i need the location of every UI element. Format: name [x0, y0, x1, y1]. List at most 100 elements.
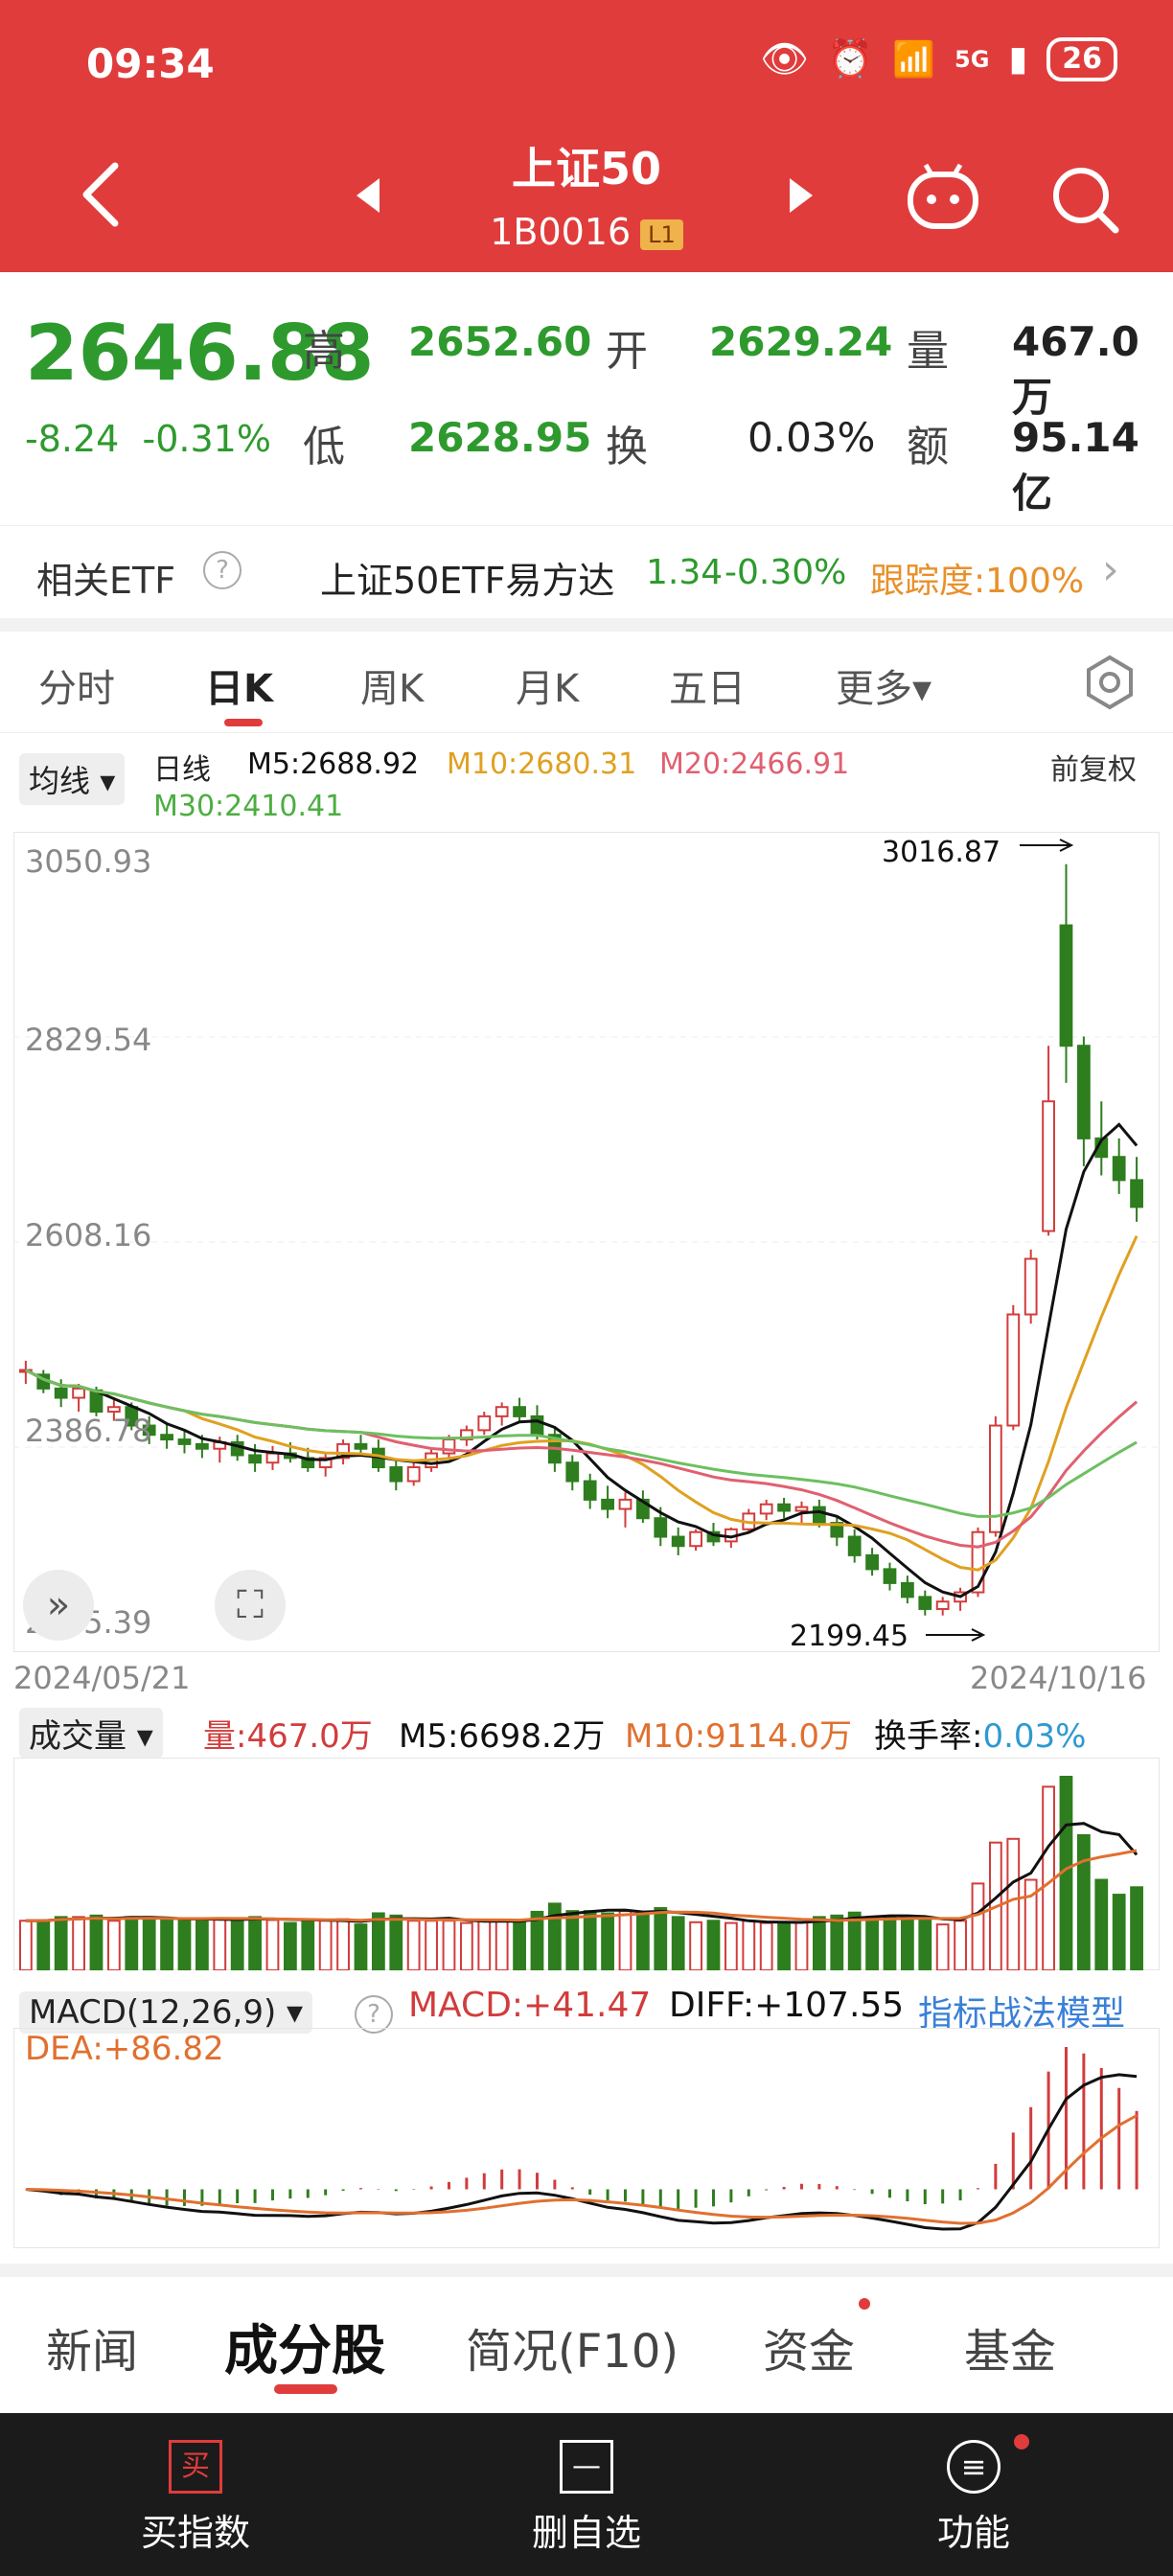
high-label: 高 — [303, 327, 345, 376]
candle-body — [883, 1568, 897, 1584]
nav-functions-label: 功能 — [936, 2512, 1010, 2554]
start-date: 2024/05/21 — [13, 1660, 191, 1696]
candle-body — [494, 1406, 509, 1417]
content-tab-indicator — [274, 2384, 337, 2394]
tab-daily-k[interactable]: 日K — [205, 657, 273, 713]
volume-bar — [89, 1914, 104, 1970]
macd-selector-label: MACD(12,26,9) — [29, 1993, 277, 2032]
candle-body — [918, 1596, 932, 1610]
volume-bar — [283, 1921, 297, 1970]
volume-bar — [742, 1920, 756, 1970]
volume-bar — [106, 1920, 121, 1970]
y-tick-2: 2829.54 — [25, 1022, 152, 1058]
volume-bar — [601, 1912, 614, 1970]
volume-bar — [459, 1921, 473, 1970]
etf-name: 上证50ETF易方达 — [320, 560, 615, 602]
tab-weekly-k[interactable]: 周K — [360, 657, 424, 713]
candle-body — [971, 1530, 985, 1594]
ma20-value: M20:2466.91 — [659, 748, 850, 781]
etf-label: 相关ETF — [36, 560, 176, 602]
volume-bar — [724, 1921, 738, 1970]
volume-bar — [142, 1916, 156, 1970]
ma5-line — [25, 1122, 1138, 1598]
volume-bar — [72, 1916, 85, 1970]
functions-badge — [1014, 2434, 1029, 2450]
change-value: -8.24 — [25, 418, 120, 460]
eye-icon: 👁 — [760, 37, 809, 81]
min-price-label: 2199.45 — [790, 1620, 909, 1653]
fq-toggle[interactable]: 前复权 — [1050, 746, 1137, 788]
settings-icon[interactable] — [1081, 654, 1138, 711]
volume-ma5: M5:6698.2万 — [399, 1717, 606, 1756]
tab-intraday[interactable]: 分时 — [38, 657, 115, 713]
candle-body — [354, 1442, 368, 1450]
candle-body — [1130, 1179, 1143, 1208]
ma-selector-label: 均线 — [29, 763, 91, 799]
chevron-right-icon: › — [1102, 545, 1119, 594]
nav-functions[interactable]: ≡ 功能 — [830, 2434, 1117, 2556]
volume-bar — [513, 1920, 526, 1970]
y-tick-4: 2386.78 — [25, 1413, 152, 1449]
volume-bar — [918, 1918, 932, 1970]
candle-body — [54, 1387, 68, 1399]
tab-funds-flow[interactable]: 资金 — [763, 2313, 855, 2380]
content-tab-bar: 新闻 成分股 简况(F10) 资金 基金 — [0, 2277, 1173, 2413]
help-icon[interactable]: ? — [203, 551, 242, 589]
high-value: 2652.60 — [408, 318, 592, 365]
candle-body — [583, 1480, 597, 1501]
tab-five-day[interactable]: 五日 — [669, 657, 746, 713]
open-value: 2629.24 — [709, 318, 893, 365]
volume-bar — [36, 1920, 51, 1970]
tab-more[interactable]: 更多▾ — [836, 657, 932, 713]
volume-bar — [318, 1920, 333, 1970]
related-etf-row[interactable]: 相关ETF ? 上证50ETF易方达 1.34 -0.30% 跟踪度:100% … — [0, 525, 1173, 632]
candle-body — [654, 1517, 668, 1538]
volume-bar — [18, 1920, 33, 1970]
volume-bar — [777, 1921, 791, 1970]
volume-bar — [160, 1918, 173, 1970]
expand-panel-icon[interactable]: » — [23, 1570, 94, 1641]
candle-body — [812, 1506, 826, 1525]
tab-profile[interactable]: 简况(F10) — [466, 2313, 678, 2380]
turnover-rate: 换手率:0.03% — [874, 1710, 1086, 1757]
candle-body — [847, 1535, 862, 1556]
nav-buy[interactable]: 买 买指数 — [52, 2440, 339, 2556]
tab-monthly-k[interactable]: 月K — [516, 657, 579, 713]
candle-body — [106, 1406, 121, 1414]
volume-bar — [812, 1916, 826, 1970]
candlestick-chart[interactable] — [13, 832, 1160, 1652]
robot-assistant-icon[interactable] — [905, 161, 981, 234]
volume-bar — [954, 1920, 967, 1970]
volume-selector[interactable]: 成交量 ▾ — [19, 1708, 163, 1759]
menu-icon: ≡ — [947, 2440, 1000, 2494]
volume-bar — [230, 1917, 244, 1970]
candle-body — [777, 1503, 791, 1512]
candle-body — [1059, 924, 1073, 1047]
tab-fund[interactable]: 基金 — [964, 2313, 1056, 2380]
volume-bar — [477, 1920, 492, 1970]
volume-bar — [371, 1912, 385, 1970]
nav-remove-watchlist[interactable]: — 删自选 — [443, 2440, 730, 2556]
candle-body — [406, 1466, 421, 1483]
candle-body — [794, 1506, 809, 1512]
buy-icon: 买 — [169, 2440, 222, 2494]
candle-body — [565, 1461, 580, 1483]
end-date: 2024/10/16 — [970, 1660, 1147, 1696]
search-icon[interactable] — [1048, 163, 1121, 236]
candle-body — [1112, 1156, 1126, 1182]
dea-line — [25, 2114, 1138, 2225]
turnover-value: 0.03% — [748, 414, 876, 461]
tab-constituents[interactable]: 成分股 — [224, 2308, 385, 2385]
next-stock-icon[interactable] — [788, 176, 816, 215]
tab-news[interactable]: 新闻 — [46, 2313, 138, 2380]
candle-body — [759, 1503, 773, 1515]
amount-value: 95.14亿 — [1012, 414, 1139, 517]
macd-chart[interactable] — [13, 2028, 1160, 2248]
ma-selector[interactable]: 均线 ▾ — [19, 753, 126, 805]
low-label: 低 — [303, 423, 345, 472]
volume-chart[interactable] — [13, 1758, 1160, 1970]
diff-line — [25, 2073, 1138, 2231]
etf-price: 1.34 — [646, 553, 724, 592]
fullscreen-icon[interactable]: ⛶ — [215, 1570, 286, 1641]
candle-body — [689, 1530, 702, 1548]
